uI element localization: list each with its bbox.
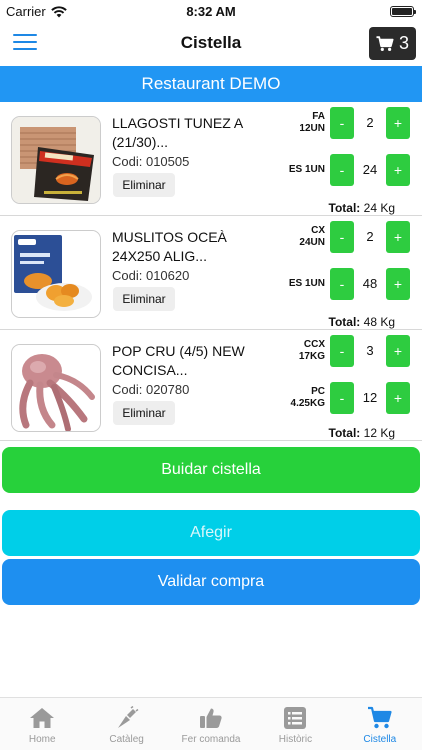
cart-button[interactable]: 3 (369, 27, 416, 60)
increment-button[interactable]: + (386, 221, 410, 253)
quantity-row: ES 1UN - 48 + (262, 268, 412, 300)
total-value: 12 Kg (363, 426, 395, 440)
quantity-row: CCX 17KG - 3 + (262, 335, 412, 367)
unit-label: CCX 17KG (298, 339, 325, 362)
decrement-button[interactable]: - (330, 382, 354, 414)
product-code: Codi: 020780 (112, 382, 190, 397)
cart-item: LLAGOSTI TUNEZ A (21/30)... Codi: 010505… (0, 102, 422, 216)
tab-label: Home (28, 734, 56, 745)
thumbs-up-icon (169, 706, 253, 734)
product-code: Codi: 010620 (112, 268, 190, 283)
quantity-value[interactable]: 2 (354, 221, 386, 253)
decrement-button[interactable]: - (330, 154, 354, 186)
increment-button[interactable]: + (386, 154, 410, 186)
quantity-row: ES 1UN - 24 + (262, 154, 412, 186)
product-name: MUSLITOS OCEÀ 24X250 ALIG... (112, 229, 227, 264)
increment-button[interactable]: + (386, 335, 410, 367)
status-bar: Carrier 8:32 AM (0, 0, 422, 22)
tab-home[interactable]: Home (0, 698, 84, 750)
unit-label: PC 4.25KG (290, 386, 325, 409)
tab-history[interactable]: Històric (253, 698, 337, 750)
total-value: 24 Kg (363, 201, 395, 215)
total-label: Total: (328, 426, 361, 440)
quantity-value[interactable]: 24 (354, 154, 386, 186)
home-icon (0, 706, 84, 734)
quantity-value[interactable]: 3 (354, 335, 386, 367)
quantity-value[interactable]: 48 (354, 268, 386, 300)
product-image (11, 230, 101, 318)
tab-label: Històric (278, 734, 313, 745)
page-title: Cistella (180, 33, 242, 52)
tab-bar: Home Catàleg Fer comanda Històric Cistel… (0, 697, 422, 750)
tab-label: Catàleg (109, 734, 144, 745)
tab-label: Cistella (363, 734, 397, 745)
unit-label: FA 12UN (299, 111, 325, 134)
quantity-row: FA 12UN - 2 + (262, 107, 412, 139)
quantity-value[interactable]: 2 (354, 107, 386, 139)
decrement-button[interactable]: - (330, 221, 354, 253)
item-total: Total: 12 Kg (329, 426, 395, 440)
tab-order[interactable]: Fer comanda (169, 698, 253, 750)
restaurant-header: Restaurant DEMO (0, 66, 422, 102)
product-name: POP CRU (4/5) NEW CONCISA... (112, 343, 245, 378)
tab-label: Fer comanda (181, 734, 241, 745)
cart-items: LLAGOSTI TUNEZ A (21/30)... Codi: 010505… (0, 102, 422, 441)
cart-item: POP CRU (4/5) NEW CONCISA... Codi: 02078… (0, 330, 422, 441)
cart-count: 3 (398, 33, 409, 53)
tab-cart[interactable]: Cistella (338, 698, 422, 750)
battery-icon (390, 6, 416, 17)
remove-button[interactable]: Eliminar (113, 287, 175, 311)
list-icon (253, 706, 337, 734)
decrement-button[interactable]: - (330, 268, 354, 300)
cart-item: MUSLITOS OCEÀ 24X250 ALIG... Codi: 01062… (0, 216, 422, 330)
total-label: Total: (328, 201, 361, 215)
decrement-button[interactable]: - (330, 107, 354, 139)
item-total: Total: 24 Kg (329, 201, 395, 215)
add-button[interactable]: Afegir (2, 510, 420, 556)
product-name: LLAGOSTI TUNEZ A (21/30)... (112, 115, 243, 150)
quantity-row: PC 4.25KG - 12 + (262, 382, 412, 414)
empty-cart-button[interactable]: Buidar cistella (2, 447, 420, 493)
tab-catalog[interactable]: Catàleg (84, 698, 168, 750)
decrement-button[interactable]: - (330, 335, 354, 367)
product-image (11, 116, 101, 204)
remove-button[interactable]: Eliminar (113, 401, 175, 425)
quantity-row: CX 24UN - 2 + (262, 221, 412, 253)
total-value: 48 Kg (363, 315, 395, 329)
product-image (11, 344, 101, 432)
increment-button[interactable]: + (386, 382, 410, 414)
remove-button[interactable]: Eliminar (113, 173, 175, 197)
cart-icon (376, 35, 394, 51)
unit-label: ES 1UN (288, 164, 325, 175)
total-label: Total: (328, 315, 361, 329)
unit-label: ES 1UN (288, 278, 325, 289)
item-total: Total: 48 Kg (329, 315, 395, 329)
unit-label: CX 24UN (299, 225, 325, 248)
status-time: 8:32 AM (186, 4, 236, 19)
validate-purchase-button[interactable]: Validar compra (2, 559, 420, 605)
product-code: Codi: 010505 (112, 154, 190, 169)
cart-icon (338, 706, 422, 734)
increment-button[interactable]: + (386, 268, 410, 300)
quantity-value[interactable]: 12 (354, 382, 386, 414)
navbar: Cistella 3 (0, 22, 422, 66)
increment-button[interactable]: + (386, 107, 410, 139)
catalog-icon (84, 705, 168, 734)
